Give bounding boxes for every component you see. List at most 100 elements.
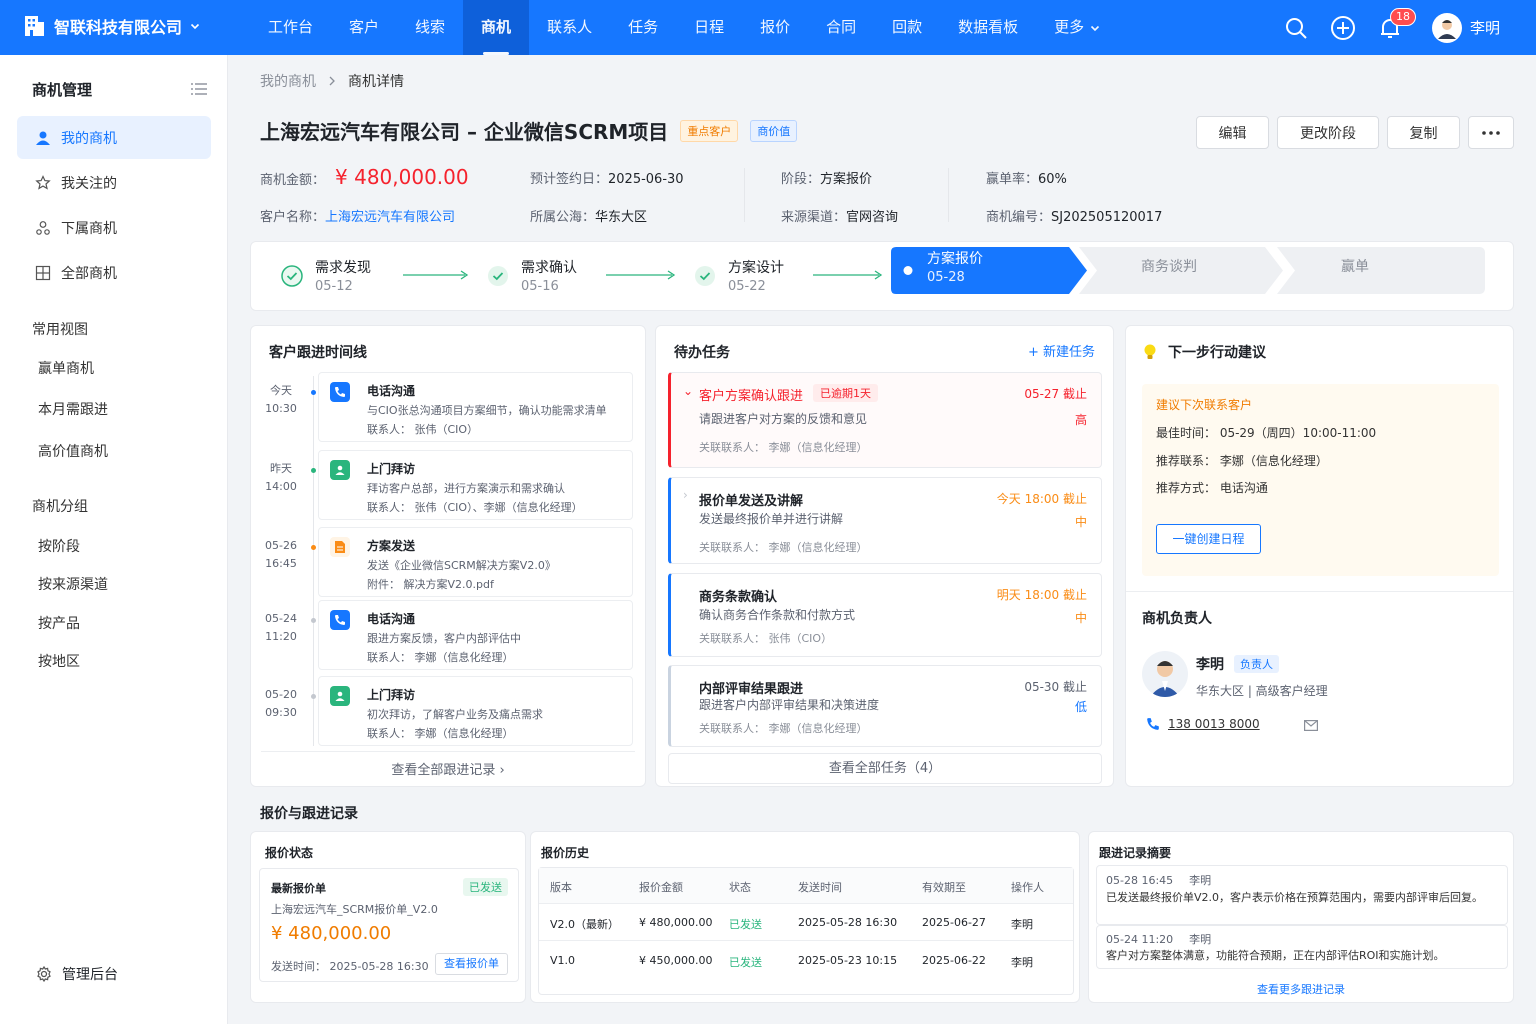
chevron-right-icon: [329, 76, 335, 86]
more-button[interactable]: [1468, 116, 1514, 149]
nav-item-customers[interactable]: 客户: [331, 0, 397, 55]
sidebar-view-followup[interactable]: 本月需跟进: [38, 399, 108, 419]
sidebar-item-followed[interactable]: 我关注的: [17, 161, 211, 204]
owner-name: 李明: [1196, 657, 1224, 673]
nav-item-schedule[interactable]: 日程: [676, 0, 742, 55]
nav-item-opportunities[interactable]: 商机: [463, 0, 530, 55]
stage-chevron-won: [1277, 247, 1485, 294]
search-icon[interactable]: [1284, 16, 1308, 40]
stage-step-6[interactable]: 赢单: [1341, 256, 1369, 276]
view-all-followups-link[interactable]: 查看全部跟进记录 ›: [251, 759, 645, 778]
user-name: 李明: [1469, 19, 1500, 37]
timeline-item[interactable]: 05-26 16:45 方案发送 发送《企业微信SCRM解决方案V2.0》 附件：…: [261, 527, 633, 597]
nav-item-dashboard[interactable]: 数据看板: [940, 0, 1036, 55]
timeline-title: 客户跟进时间线: [269, 345, 367, 361]
column-header: 状态: [729, 881, 751, 894]
sidebar-view-won[interactable]: 赢单商机: [38, 358, 94, 378]
nav-item-more[interactable]: 更多: [1036, 0, 1118, 55]
timeline-attachment[interactable]: 附件： 解决方案V2.0.pdf: [367, 576, 494, 592]
view-more-followups-link[interactable]: 查看更多跟进记录: [1089, 981, 1513, 997]
stage-step-3[interactable]: 方案设计 05-22: [694, 257, 784, 294]
task-contact: 关联联系人： 李娜（信息化经理）: [699, 722, 868, 735]
stage-date: 05-22: [728, 279, 766, 294]
check-circle-icon: [695, 265, 715, 286]
stage-step-5[interactable]: 商务谈判: [1141, 256, 1197, 276]
phone-icon: [330, 610, 350, 630]
avatar: [1142, 651, 1188, 697]
chevron-down-icon: ⌄: [683, 384, 694, 398]
nav-item-contacts[interactable]: 联系人: [529, 0, 610, 55]
list-menu-icon[interactable]: [191, 82, 207, 96]
sidebar-group-source[interactable]: 按来源渠道: [38, 574, 108, 594]
timeline-time: 14:00: [265, 480, 297, 493]
nav-item-payments[interactable]: 回款: [874, 0, 940, 55]
stage-step-4[interactable]: 方案报价 05-28: [927, 248, 983, 285]
column-header: 操作人: [1011, 881, 1044, 894]
amount-label: 商机金额：: [260, 173, 326, 188]
timeline-item[interactable]: 昨天 14:00 上门拜访 拜访客户总部，进行方案演示和需求确认 联系人： 张伟（…: [261, 450, 633, 520]
task-desc: 跟进客户内部评审结果和决策进度: [699, 698, 880, 712]
followup-summary-title: 跟进记录摘要: [1099, 846, 1172, 860]
sidebar-group-region[interactable]: 按地区: [38, 651, 80, 671]
user-menu[interactable]: 李明: [1431, 12, 1500, 43]
arrow-right-icon: [606, 270, 676, 280]
change-stage-button[interactable]: 更改阶段: [1277, 116, 1379, 149]
quote-amount: ¥ 480,000.00: [271, 923, 392, 944]
sidebar-item-subordinate[interactable]: 下属商机: [17, 206, 211, 249]
stage-step-1[interactable]: 需求发现 05-12: [281, 257, 371, 294]
new-task-button[interactable]: + 新建任务: [1028, 341, 1095, 360]
main-content: 我的商机 商机详情 上海宏远汽车有限公司 – 企业微信SCRM项目 重点客户 商…: [228, 55, 1536, 1024]
timeline-item[interactable]: 05-24 11:20 电话沟通 跟进方案反馈，客户内部评估中 联系人： 李娜（信…: [261, 600, 633, 670]
timeline-item[interactable]: 今天 10:30 电话沟通 与CIO张总沟通项目方案细节，确认功能需求清单 联系人…: [261, 372, 633, 442]
customer-link[interactable]: 上海宏远汽车有限公司: [325, 206, 455, 225]
amount-field: 商机金额： ¥ 480,000.00: [260, 165, 469, 189]
source-label: 来源渠道：: [781, 210, 847, 225]
task-item[interactable]: › 报价单发送及讲解 发送最终报价单并进行讲解 关联联系人： 李娜（信息化经理）…: [668, 477, 1102, 564]
task-item[interactable]: 内部评审结果跟进 跟进客户内部评审结果和决策进度 关联联系人： 李娜（信息化经理…: [668, 665, 1102, 747]
admin-link[interactable]: 管理后台: [36, 964, 118, 984]
task-due: 05-27 截止: [1024, 387, 1087, 401]
task-due: 05-30 截止: [1024, 680, 1087, 694]
user-icon: [36, 131, 50, 145]
timeline-time: 10:30: [265, 402, 297, 415]
admin-label: 管理后台: [62, 967, 118, 983]
breadcrumb-parent[interactable]: 我的商机: [260, 71, 316, 91]
divider: [261, 751, 635, 752]
edit-button[interactable]: 编辑: [1196, 116, 1269, 149]
nav-item-leads[interactable]: 线索: [397, 0, 463, 55]
number-field: 商机编号： SJ202505120017: [986, 206, 1162, 225]
task-priority: 中: [1074, 611, 1087, 625]
task-item[interactable]: 商务条款确认 确认商务合作条款和付款方式 关联联系人： 张伟（CIO） 明天 1…: [668, 573, 1102, 657]
copy-button[interactable]: 复制: [1387, 116, 1460, 149]
view-quote-button[interactable]: 查看报价单: [435, 953, 508, 975]
stage-name: 方案设计: [728, 260, 784, 276]
mail-icon[interactable]: [1304, 720, 1318, 731]
sidebar-group-stage[interactable]: 按阶段: [38, 536, 80, 556]
stage-step-2[interactable]: 需求确认 05-16: [487, 257, 577, 294]
divider: [539, 940, 1073, 941]
log-text: 已发送最终报价单V2.0，客户表示价格在预算范围内，需要内部评审后回复。: [1106, 891, 1484, 904]
sidebar-item-all[interactable]: 全部商机: [17, 251, 211, 294]
lightbulb-icon: [1144, 344, 1156, 359]
sidebar-group-product[interactable]: 按产品: [38, 613, 80, 633]
source-value: 官网咨询: [846, 210, 899, 225]
nav-item-contracts[interactable]: 合同: [808, 0, 874, 55]
quote-sent-time: 发送时间： 2025-05-28 16:30: [271, 960, 429, 973]
quote-file-name: 上海宏远汽车_SCRM报价单_V2.0: [271, 903, 438, 916]
create-schedule-button[interactable]: 一键创建日程: [1156, 524, 1261, 554]
timeline-item[interactable]: 05-20 09:30 上门拜访 初次拜访，了解客户业务及痛点需求 联系人： 李娜…: [261, 676, 633, 746]
sidebar-view-high-value[interactable]: 高价值商机: [38, 441, 108, 461]
nav-item-quotes[interactable]: 报价: [742, 0, 808, 55]
add-icon[interactable]: [1330, 15, 1356, 41]
owner-phone[interactable]: 138 0013 8000: [1146, 717, 1260, 731]
phone-icon: [1147, 718, 1159, 730]
nav-item-workbench[interactable]: 工作台: [250, 0, 331, 55]
view-all-tasks-button[interactable]: 查看全部任务（4）: [668, 753, 1102, 784]
sidebar-item-my-opportunities[interactable]: 我的商机: [17, 116, 211, 159]
notification-button[interactable]: 18: [1378, 7, 1416, 40]
nav-item-tasks[interactable]: 任务: [610, 0, 676, 55]
more-dots-icon: [1482, 130, 1500, 135]
company-switcher[interactable]: 智联科技有限公司: [22, 14, 200, 38]
sidebar-item-label: 下属商机: [61, 220, 117, 237]
task-item[interactable]: ⌄ 客户方案确认跟进 已逾期1天 请跟进客户对方案的反馈和意见 关联联系人： 李…: [668, 372, 1102, 468]
